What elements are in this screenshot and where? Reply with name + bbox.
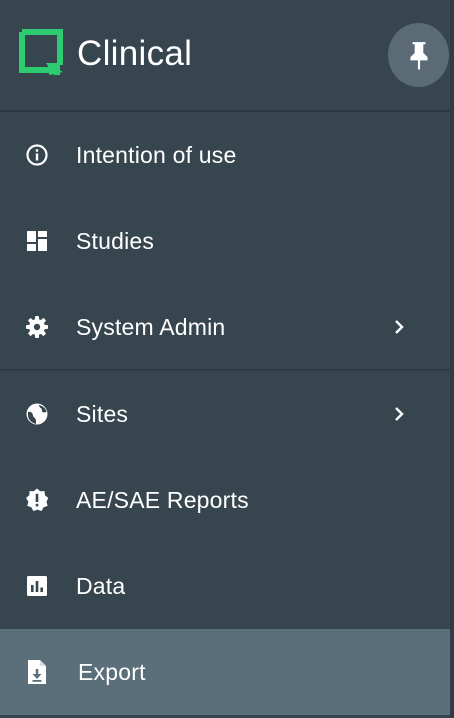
menu-item-sites[interactable]: Sites: [0, 371, 450, 457]
globe-icon: [25, 402, 49, 426]
pin-sidebar-button[interactable]: [388, 23, 449, 87]
pushpin-icon: [409, 42, 428, 70]
menu-item-label: Studies: [76, 228, 155, 254]
sidebar-header: Clinical: [0, 0, 450, 112]
menu-item-system-admin[interactable]: System Admin: [0, 284, 450, 370]
menu-item-studies[interactable]: Studies: [0, 198, 450, 284]
menu-item-label: Export: [78, 659, 146, 685]
menu-item-ae-sae-reports[interactable]: AE/SAE Reports: [0, 457, 450, 543]
menu-item-data[interactable]: Data: [0, 543, 450, 629]
file-download-icon: [25, 660, 49, 684]
dashboard-icon: [25, 229, 49, 253]
menu-item-label: System Admin: [76, 314, 226, 340]
square-arrow-logo-icon: [19, 29, 63, 75]
menu-item-label: Sites: [76, 401, 129, 427]
chevron-right-icon: [395, 320, 404, 334]
bar-chart-icon: [25, 574, 49, 598]
menu-item-label: AE/SAE Reports: [76, 487, 249, 513]
menu-item-export[interactable]: Export: [0, 629, 450, 715]
menu-item-label: Data: [76, 573, 126, 599]
menu-item-intention-of-use[interactable]: Intention of use: [0, 112, 450, 198]
sidebar: Clinical Intention of use Studies System…: [0, 0, 454, 718]
gear-icon: [25, 315, 49, 339]
app-title: Clinical: [77, 34, 193, 73]
menu-item-label: Intention of use: [76, 142, 237, 168]
info-circle-icon: [25, 143, 49, 167]
chevron-right-icon: [395, 407, 404, 421]
alert-badge-icon: [25, 488, 49, 512]
